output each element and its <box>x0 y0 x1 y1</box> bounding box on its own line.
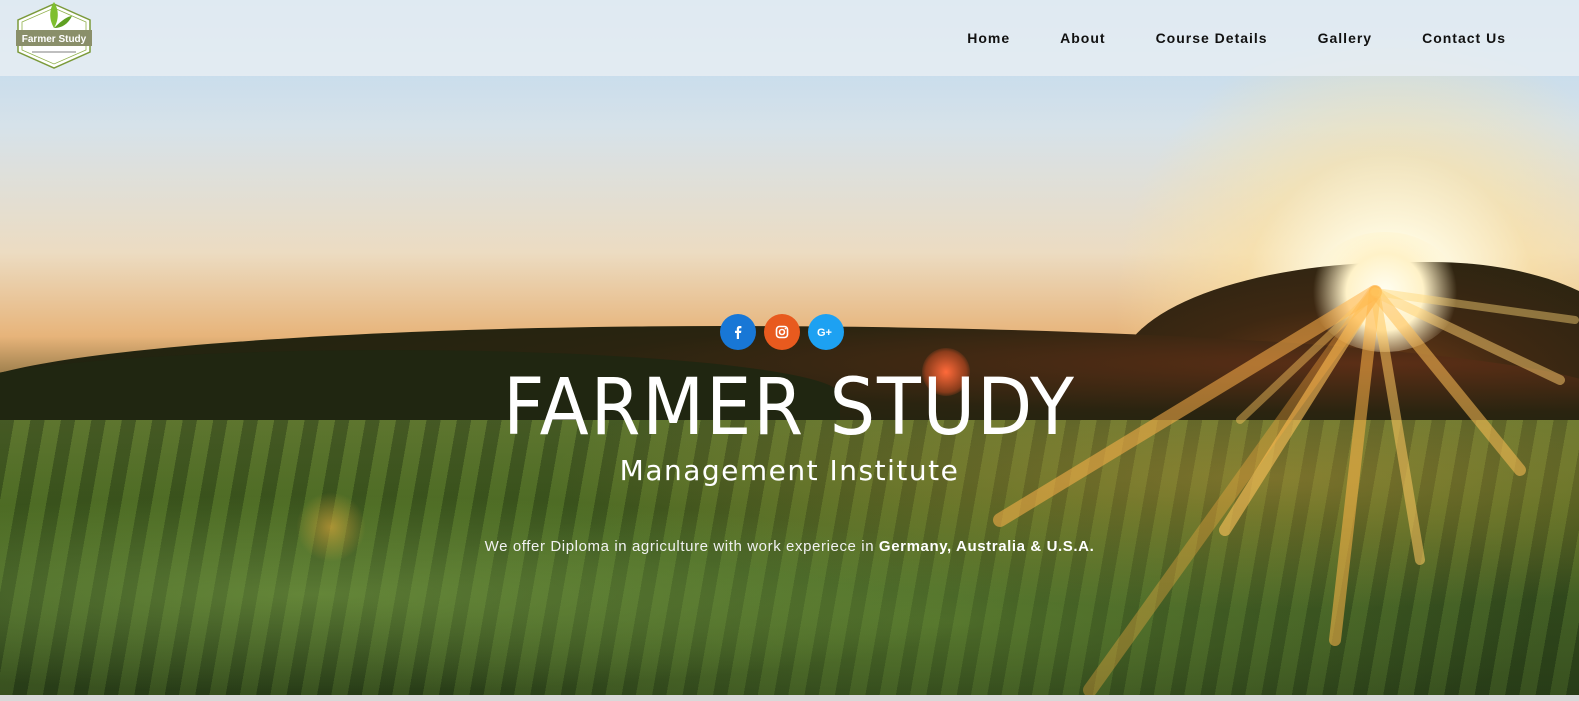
bottom-scroll-track <box>0 695 1579 701</box>
hero-subtitle: Management Institute <box>619 454 960 487</box>
sun <box>1310 232 1460 352</box>
site-header: Farmer Study Home About Course Details G… <box>0 0 1579 76</box>
nav-about[interactable]: About <box>1035 30 1130 46</box>
social-links: G+ <box>720 314 844 350</box>
nav-contact-us[interactable]: Contact Us <box>1397 30 1531 46</box>
svg-text:Farmer Study: Farmer Study <box>22 34 87 45</box>
facebook-icon <box>735 326 742 339</box>
google-plus-button[interactable]: G+ <box>808 314 844 350</box>
nav-home[interactable]: Home <box>942 30 1035 46</box>
tagline-text: We offer Diploma in agriculture with wor… <box>484 538 879 555</box>
farmer-study-logo[interactable]: Farmer Study <box>14 0 94 70</box>
hero-background <box>0 0 1579 701</box>
hero-tagline: We offer Diploma in agriculture with wor… <box>0 538 1579 555</box>
hero-title: FARMER STUDY <box>503 363 1076 453</box>
google-plus-icon: G+ <box>817 327 832 338</box>
instagram-icon <box>775 325 789 339</box>
facebook-button[interactable] <box>720 314 756 350</box>
main-nav: Home About Course Details Gallery Contac… <box>942 0 1531 76</box>
nav-course-details[interactable]: Course Details <box>1131 30 1293 46</box>
instagram-button[interactable] <box>764 314 800 350</box>
nav-gallery[interactable]: Gallery <box>1293 30 1397 46</box>
tagline-countries: Germany, Australia & U.S.A. <box>878 538 1095 555</box>
svg-text:G+: G+ <box>817 327 832 338</box>
